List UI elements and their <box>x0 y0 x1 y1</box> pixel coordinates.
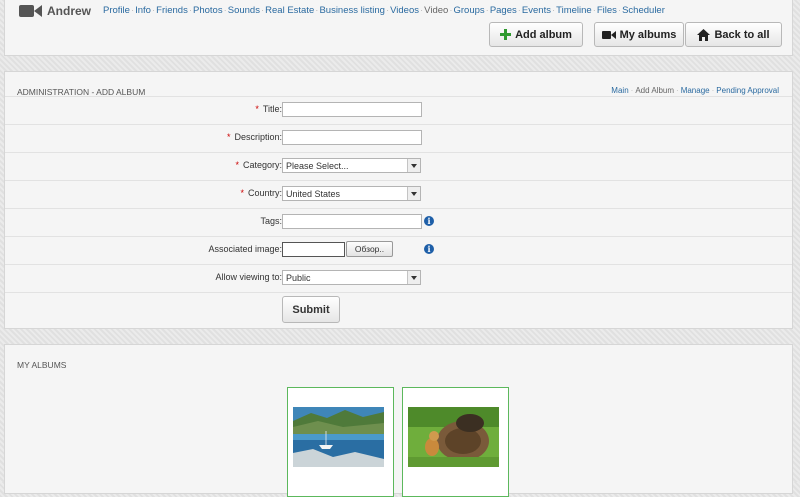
nav-separator: · <box>315 5 319 16</box>
nav-separator: · <box>130 5 135 16</box>
image-file-input[interactable] <box>282 242 345 257</box>
chevron-down-icon <box>407 271 420 284</box>
info-icon[interactable]: i <box>424 244 434 254</box>
nav-separator: · <box>485 5 489 16</box>
nav-separator: · <box>260 5 265 16</box>
country-row: * Country: United States <box>5 180 792 208</box>
nav-link-friends[interactable]: Friends <box>156 5 188 16</box>
album-card[interactable] <box>287 387 394 497</box>
my-albums-label: My albums <box>619 28 677 41</box>
nav-separator: · <box>592 5 596 16</box>
title-label: * Title: <box>255 104 282 114</box>
country-value: United States <box>286 188 341 199</box>
top-panel: Andrew Profile·Info·Friends·Photos·Sound… <box>4 0 793 56</box>
image-row: Associated image: Обзор.. i <box>5 236 792 264</box>
crumb-main[interactable]: Main <box>611 86 628 95</box>
nav-separator: · <box>385 5 390 16</box>
add-album-panel: ADMINISTRATION - ADD ALBUM Main · Add Albu… <box>4 71 793 329</box>
crumb-separator: · <box>676 86 679 95</box>
nav-link-info[interactable]: Info <box>135 5 151 16</box>
crumb-separator: · <box>711 86 715 95</box>
description-input[interactable] <box>282 130 422 145</box>
category-select[interactable]: Please Select... <box>282 158 421 173</box>
viewing-select[interactable]: Public <box>282 270 421 285</box>
nav-link-events[interactable]: Events <box>522 5 551 16</box>
chevron-down-icon <box>407 187 420 200</box>
nav-separator: · <box>188 5 192 16</box>
video-camera-icon <box>19 5 42 17</box>
submit-row <box>5 292 792 328</box>
description-label: * Description: <box>226 132 282 142</box>
nav-separator: · <box>551 5 556 16</box>
category-row: * Category: Please Select... <box>5 152 792 180</box>
nav-separator: · <box>617 5 622 16</box>
chevron-down-icon <box>407 159 420 172</box>
crumb-add-album: Add Album <box>635 86 675 95</box>
viewing-row: Allow viewing to: Public <box>5 264 792 292</box>
back-to-all-button[interactable]: Back to all <box>685 22 782 47</box>
image-label: Associated image: <box>208 244 282 254</box>
nav-link-groups[interactable]: Groups <box>453 5 484 16</box>
title-input[interactable] <box>282 102 422 117</box>
my-albums-panel: MY ALBUMS <box>4 344 793 497</box>
profile-nav: Profile·Info·Friends·Photos·Sounds·Real … <box>103 5 665 16</box>
title-row: * Title: <box>5 96 792 124</box>
nav-link-videos[interactable]: Videos <box>390 5 419 16</box>
nav-link-video[interactable]: Video <box>424 5 448 16</box>
country-select[interactable]: United States <box>282 186 421 201</box>
nav-link-pages[interactable]: Pages <box>490 5 517 16</box>
crumb-pending-approval[interactable]: Pending Approval <box>716 86 779 95</box>
crumb-manage[interactable]: Manage <box>681 86 710 95</box>
nav-separator: · <box>420 5 424 16</box>
video-icon <box>601 30 616 39</box>
home-icon <box>697 28 711 41</box>
category-value: Please Select... <box>286 160 349 171</box>
add-album-label: Add album <box>515 28 572 41</box>
albums-heading: MY ALBUMS <box>17 360 67 370</box>
plus-icon <box>500 29 512 40</box>
info-icon[interactable]: i <box>424 216 434 226</box>
add-album-button[interactable]: Add album <box>489 22 583 47</box>
nav-link-files[interactable]: Files <box>597 5 617 16</box>
nav-link-timeline[interactable]: Timeline <box>556 5 592 16</box>
nav-link-sounds[interactable]: Sounds <box>228 5 260 16</box>
nav-separator: · <box>151 5 156 16</box>
album-card[interactable] <box>402 387 509 497</box>
category-label: * Category: <box>235 160 282 170</box>
album-thumbnail-lake <box>293 407 384 467</box>
user-name[interactable]: Andrew <box>47 4 91 18</box>
description-row: * Description: <box>5 124 792 152</box>
viewing-value: Public <box>286 272 311 283</box>
nav-separator: · <box>517 5 521 16</box>
tags-label: Tags: <box>260 216 282 226</box>
nav-link-photos[interactable]: Photos <box>193 5 223 16</box>
tags-row: Tags: i <box>5 208 792 236</box>
nav-link-profile[interactable]: Profile <box>103 5 130 16</box>
country-label: * Country: <box>240 188 282 198</box>
nav-link-scheduler[interactable]: Scheduler <box>622 5 665 16</box>
browse-button[interactable]: Обзор.. <box>346 241 393 257</box>
viewing-label: Allow viewing to: <box>215 272 282 282</box>
back-to-all-label: Back to all <box>714 28 770 41</box>
my-albums-button[interactable]: My albums <box>594 22 684 47</box>
nav-link-business-listing[interactable]: Business listing <box>319 5 384 16</box>
submit-button[interactable]: Submit <box>282 296 340 323</box>
nav-separator: · <box>223 5 227 16</box>
tags-input[interactable] <box>282 214 422 229</box>
admin-breadcrumb: Main · Add Album · Manage · Pending Approval <box>611 86 779 95</box>
nav-link-real-estate[interactable]: Real Estate <box>265 5 314 16</box>
album-thumbnail-cat <box>408 407 499 467</box>
nav-separator: · <box>449 5 453 16</box>
crumb-separator: · <box>630 86 634 95</box>
